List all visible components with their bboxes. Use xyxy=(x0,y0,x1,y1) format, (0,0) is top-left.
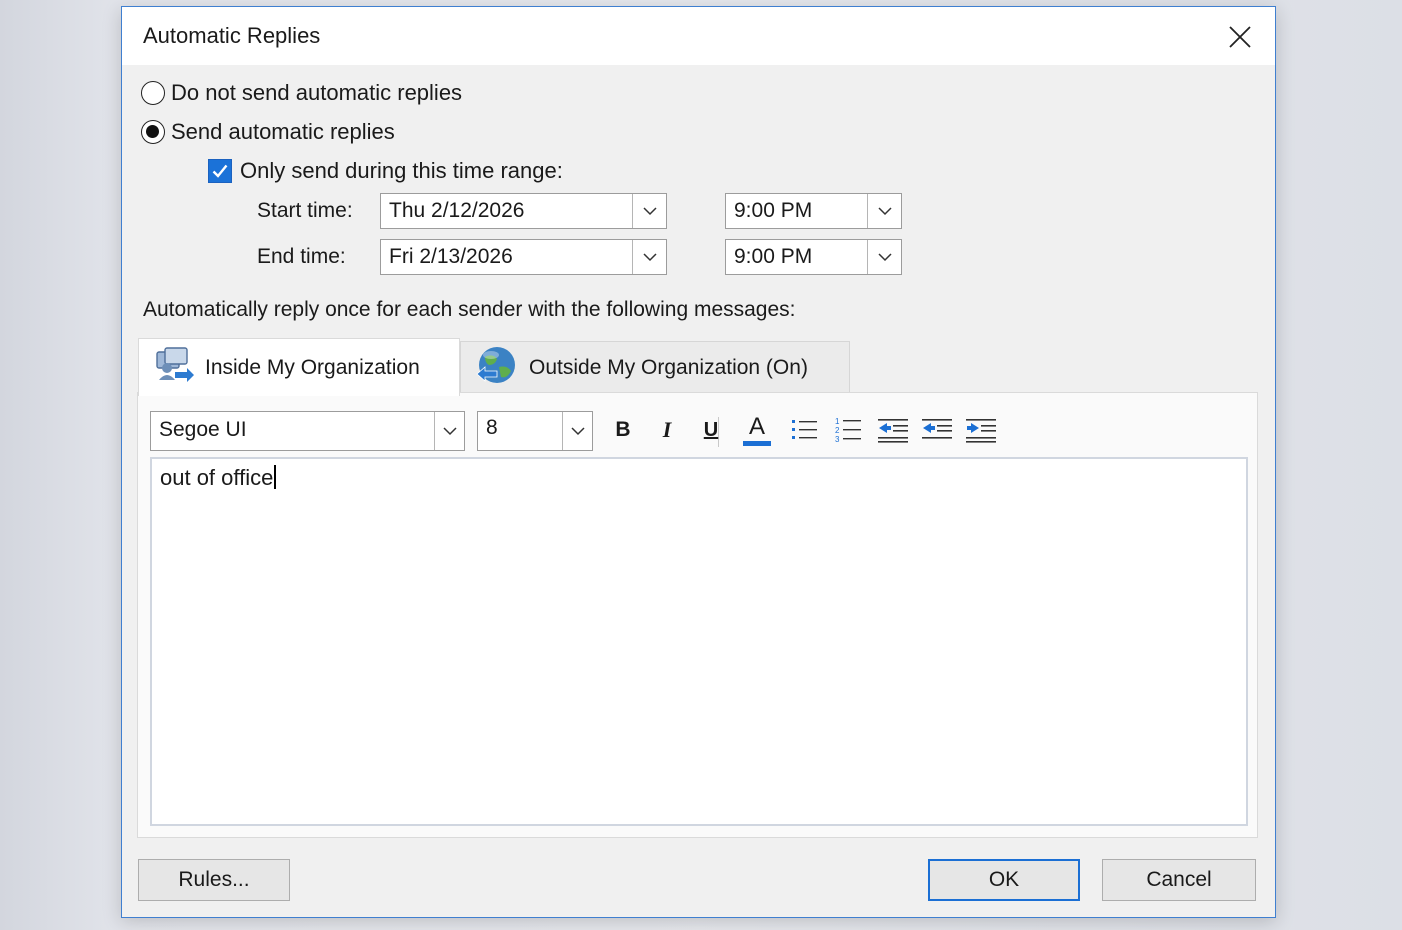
increase-indent-button[interactable] xyxy=(963,412,999,448)
send-replies-radio[interactable] xyxy=(141,120,165,144)
end-date-dropdown-button[interactable] xyxy=(632,240,666,274)
chevron-down-icon xyxy=(443,427,457,436)
title-bar: Automatic Replies xyxy=(122,7,1275,65)
message-text-content: out of office xyxy=(160,465,274,490)
automatic-replies-dialog: Automatic Replies Do not send automatic … xyxy=(121,6,1276,918)
message-text: out of office xyxy=(160,465,276,491)
end-time-combo[interactable]: 9:00 PM xyxy=(725,239,902,275)
font-size-combo[interactable]: 8 xyxy=(477,411,593,451)
people-arrow-icon xyxy=(153,346,195,390)
start-date-value: Thu 2/12/2026 xyxy=(389,199,525,222)
increase-indent-icon xyxy=(966,419,996,443)
do-not-send-radio-option[interactable]: Do not send automatic replies xyxy=(141,78,462,108)
bullets-button[interactable] xyxy=(787,412,823,448)
end-time-label: End time: xyxy=(257,245,346,268)
send-replies-radio-option[interactable]: Send automatic replies xyxy=(141,117,395,147)
start-date-dropdown-button[interactable] xyxy=(632,194,666,228)
close-icon xyxy=(1229,26,1251,48)
text-caret xyxy=(274,465,276,489)
decrease-indent-icon xyxy=(878,419,908,443)
svg-text:1: 1 xyxy=(835,417,840,426)
start-time-combo[interactable]: 9:00 PM xyxy=(725,193,902,229)
svg-text:2: 2 xyxy=(835,426,840,435)
font-color-icon: A xyxy=(748,412,765,440)
font-color-button[interactable]: A xyxy=(739,412,775,448)
numbered-list-icon: 1 2 3 xyxy=(835,417,861,444)
chevron-down-icon xyxy=(878,253,892,262)
cancel-button[interactable]: Cancel xyxy=(1102,859,1256,901)
underline-icon: U xyxy=(703,418,719,441)
do-not-send-label: Do not send automatic replies xyxy=(171,80,463,105)
font-size-value: 8 xyxy=(486,416,498,439)
do-not-send-radio[interactable] xyxy=(141,81,165,105)
font-family-combo[interactable]: Segoe UI xyxy=(150,411,465,451)
numbering-button[interactable]: 1 2 3 xyxy=(831,412,867,448)
bold-icon: B xyxy=(615,418,631,441)
bullet-list-icon xyxy=(792,420,817,439)
start-time-dropdown-button[interactable] xyxy=(867,194,901,228)
font-family-dropdown-button[interactable] xyxy=(434,412,464,450)
rules-button[interactable]: Rules... xyxy=(138,859,290,901)
chevron-down-icon xyxy=(643,253,657,262)
send-replies-label: Send automatic replies xyxy=(171,119,395,144)
ok-button-label: OK xyxy=(988,868,1020,891)
globe-arrow-icon xyxy=(475,345,519,391)
time-range-label: Only send during this time range: xyxy=(240,158,563,183)
decrease-indent-alt-button[interactable] xyxy=(919,412,955,448)
message-editor[interactable]: out of office xyxy=(150,457,1248,826)
chevron-down-icon xyxy=(643,207,657,216)
italic-icon: I xyxy=(662,417,672,442)
ok-button[interactable]: OK xyxy=(928,859,1080,901)
outdent-icon xyxy=(922,419,952,439)
start-time-value: 9:00 PM xyxy=(734,199,813,222)
end-time-dropdown-button[interactable] xyxy=(867,240,901,274)
chevron-down-icon xyxy=(878,207,892,216)
svg-text:3: 3 xyxy=(835,435,840,444)
tab-inside-label: Inside My Organization xyxy=(205,355,420,379)
italic-button[interactable]: I xyxy=(649,412,685,448)
tab-outside-label: Outside My Organization (On) xyxy=(529,355,808,379)
tab-outside-organization[interactable]: Outside My Organization (On) xyxy=(460,341,850,393)
rules-button-label: Rules... xyxy=(178,868,250,891)
checkmark-icon xyxy=(212,164,228,178)
tab-inside-organization[interactable]: Inside My Organization xyxy=(138,338,460,396)
font-family-value: Segoe UI xyxy=(159,418,247,441)
chevron-down-icon xyxy=(571,427,585,436)
start-time-label: Start time: xyxy=(257,199,353,222)
end-date-value: Fri 2/13/2026 xyxy=(389,245,513,268)
dialog-title: Automatic Replies xyxy=(143,23,321,48)
font-color-swatch xyxy=(743,440,771,446)
cancel-button-label: Cancel xyxy=(1146,868,1212,891)
reply-instructions: Automatically reply once for each sender… xyxy=(143,298,796,321)
close-button[interactable] xyxy=(1217,17,1263,57)
font-size-dropdown-button[interactable] xyxy=(562,412,592,450)
bold-button[interactable]: B xyxy=(605,412,641,448)
end-date-combo[interactable]: Fri 2/13/2026 xyxy=(380,239,667,275)
time-range-checkbox-option[interactable]: Only send during this time range: xyxy=(208,157,563,185)
underline-button[interactable]: U xyxy=(693,412,729,448)
start-date-combo[interactable]: Thu 2/12/2026 xyxy=(380,193,667,229)
time-range-checkbox[interactable] xyxy=(208,159,232,183)
decrease-indent-button[interactable] xyxy=(875,412,911,448)
end-time-value: 9:00 PM xyxy=(734,245,813,268)
